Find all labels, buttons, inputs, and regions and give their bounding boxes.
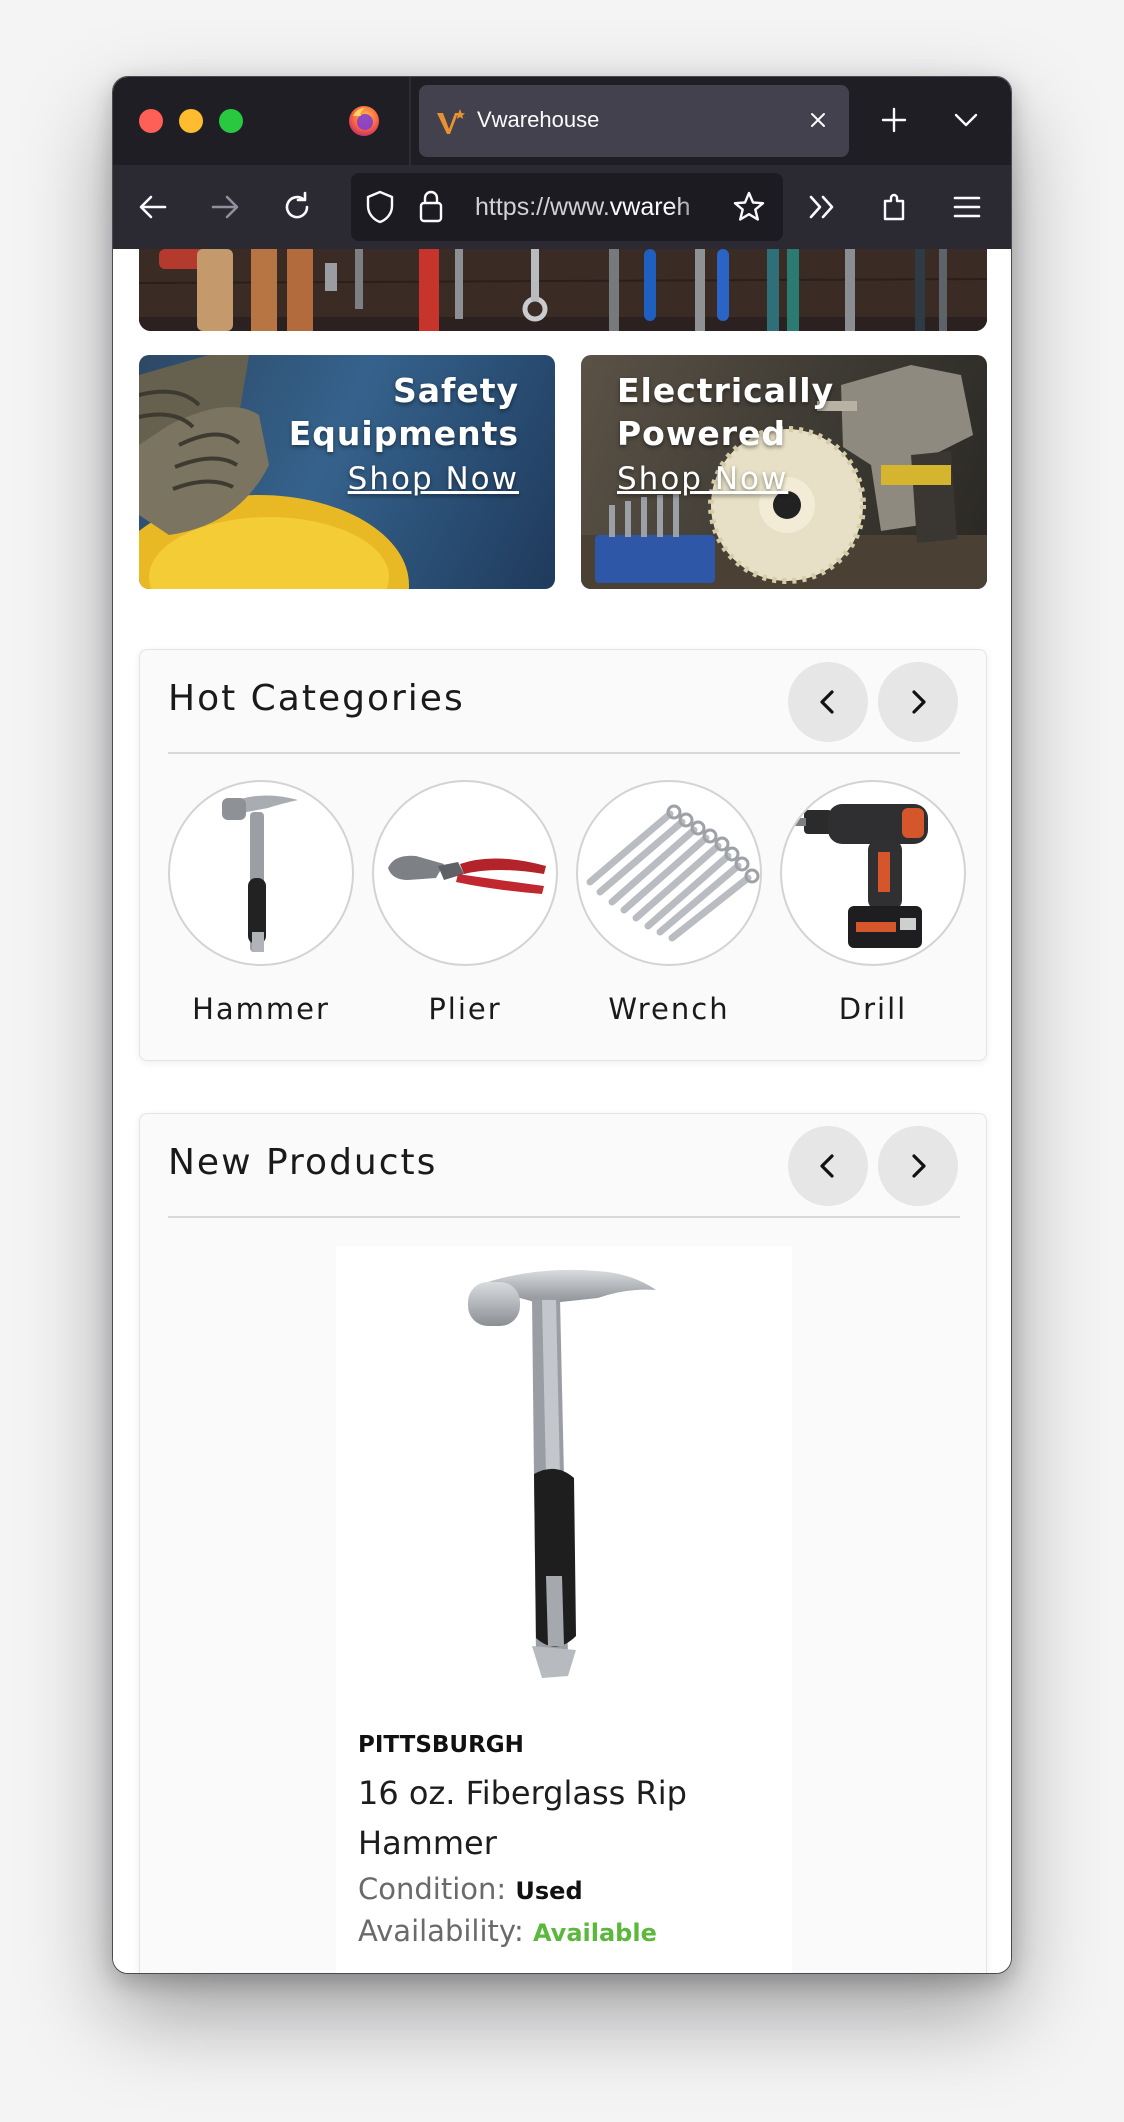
hot-categories-title: Hot Categories [168,678,465,719]
forward-arrow-icon[interactable] [207,189,243,225]
chevron-down-icon[interactable] [949,103,983,137]
back-arrow-icon[interactable] [135,189,171,225]
electric-title-line2: Powered [617,414,787,453]
product-hammer-image[interactable] [336,1246,792,1706]
category-hammer-image[interactable] [168,780,354,966]
electric-title-line1: Electrically [617,371,835,410]
product-condition: Condition: Used [358,1872,583,1906]
minimize-window-button[interactable] [179,109,203,133]
hot-categories-divider [168,752,960,754]
tab-separator [409,77,411,165]
category-wrench-image[interactable] [576,780,762,966]
new-products-divider [168,1216,960,1218]
electric-banner-title: Electrically Powered [617,369,834,455]
category-hammer[interactable]: Hammer [168,780,354,1026]
lock-icon[interactable] [417,187,445,225]
close-window-button[interactable] [139,109,163,133]
availability-value: Available [532,1919,657,1947]
safety-title-line1: Safety [392,371,519,410]
extensions-puzzle-icon[interactable] [877,189,913,225]
safety-equipments-banner[interactable]: Safety Equipments Shop Now [139,355,555,589]
category-drill-label[interactable]: Drill [780,992,966,1026]
category-drill[interactable]: Drill [780,780,966,1026]
product-availability: Availability: Available [358,1914,657,1948]
cordless-drill-icon [790,804,928,948]
hot-categories-prev-button[interactable] [788,662,868,742]
page-viewport: Safety Equipments Shop Now Electrically … [113,249,1011,1973]
hot-categories-next-button[interactable] [878,662,958,742]
maximize-window-button[interactable] [219,109,243,133]
url-text[interactable]: https://www.vwareh [475,193,719,222]
safety-title-line2: Equipments [288,414,519,453]
new-products-title: New Products [168,1142,438,1183]
new-products-next-button[interactable] [878,1126,958,1206]
hero-banner-image[interactable] [139,249,987,331]
safety-banner-title: Safety Equipments [289,369,519,455]
hamburger-menu-icon[interactable] [949,189,985,225]
firefox-icon[interactable] [347,104,381,138]
product-card[interactable]: PITTSBURGH 16 oz. Fiberglass Rip Hammer … [336,1246,792,1973]
category-plier-image[interactable] [372,780,558,966]
navigation-toolbar: https://www.vwareh [113,165,1011,249]
plier-icon [388,855,546,894]
tab-title: Vwarehouse [477,107,600,132]
tools-on-wood-image [139,249,987,331]
hammer-icon [222,795,298,952]
category-drill-image[interactable] [780,780,966,966]
bookmark-star-icon[interactable] [731,189,767,225]
condition-label: Condition: [358,1872,507,1906]
category-hammer-label[interactable]: Hammer [168,992,354,1026]
chevron-right-icon [912,690,926,714]
new-tab-icon[interactable] [877,103,911,137]
reload-icon[interactable] [279,189,315,225]
condition-value: Used [515,1877,583,1905]
product-name[interactable]: 16 oz. Fiberglass Rip Hammer [358,1768,778,1868]
tab-vwarehouse[interactable]: Vwarehouse [419,85,849,157]
category-wrench[interactable]: Wrench [576,780,762,1026]
wrench-set-icon [586,804,760,942]
hot-categories-section: Hot Categories Hammer Plier Wrench Drill [139,649,987,1061]
electrically-powered-banner[interactable]: Electrically Powered Shop Now [581,355,987,589]
product-brand: PITTSBURGH [358,1732,524,1758]
safety-shop-now-link[interactable]: Shop Now [348,461,519,497]
category-wrench-label[interactable]: Wrench [576,992,762,1026]
chevron-left-icon [820,1154,834,1178]
close-tab-icon[interactable] [805,107,831,133]
browser-window: Vwarehouse https://www.vwareh Safety Equ… [112,76,1012,1974]
tab-strip: Vwarehouse [113,77,1011,165]
category-plier-label[interactable]: Plier [372,992,558,1026]
availability-label: Availability: [358,1914,524,1948]
category-plier[interactable]: Plier [372,780,558,1026]
chevron-left-icon [820,690,834,714]
new-products-section: New Products PITTSBURGH 16 oz. Fiberglas… [139,1113,987,1973]
shield-icon[interactable] [363,189,397,225]
url-bar[interactable]: https://www.vwareh [351,173,783,241]
electric-shop-now-link[interactable]: Shop Now [617,461,788,497]
vwarehouse-favicon-icon [437,109,465,134]
overflow-chevrons-icon[interactable] [805,189,841,225]
chevron-right-icon [912,1154,926,1178]
new-products-prev-button[interactable] [788,1126,868,1206]
